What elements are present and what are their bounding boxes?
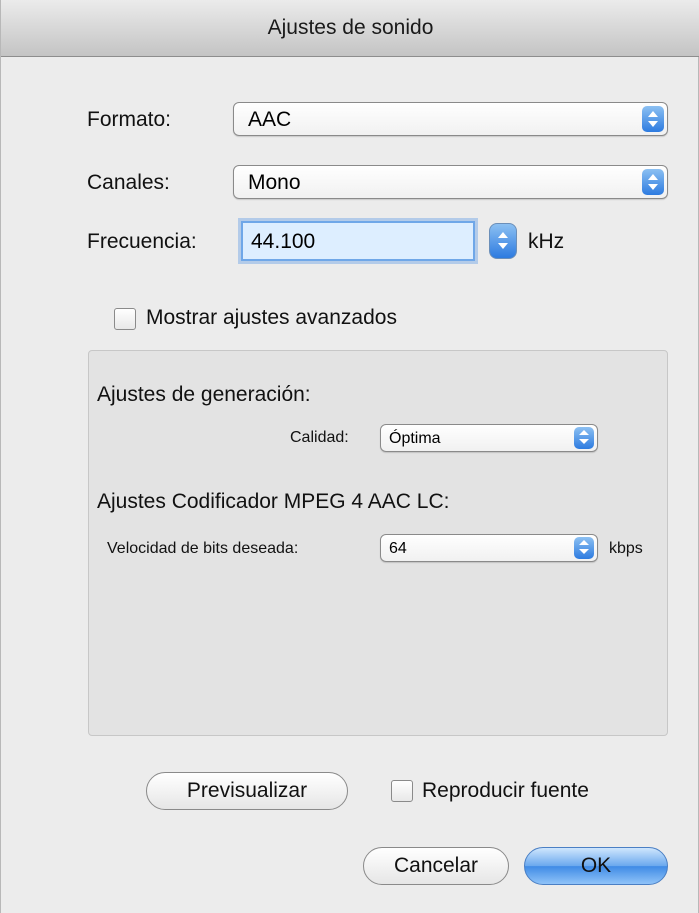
play-source-checkbox[interactable] bbox=[391, 780, 413, 802]
generation-heading: Ajustes de generación: bbox=[97, 383, 311, 406]
ok-button[interactable]: OK bbox=[524, 847, 668, 885]
preview-button[interactable]: Previsualizar bbox=[146, 772, 348, 810]
format-value: AAC bbox=[248, 108, 292, 131]
channels-label: Canales: bbox=[87, 171, 170, 194]
frequency-stepper-icon[interactable] bbox=[489, 223, 517, 259]
encoder-heading: Ajustes Codificador MPEG 4 AAC LC: bbox=[97, 490, 450, 513]
frequency-value: 44.100 bbox=[251, 230, 316, 253]
advanced-settings-label[interactable]: Mostrar ajustes avanzados bbox=[146, 306, 397, 330]
frequency-field[interactable]: 44.100 bbox=[241, 221, 475, 261]
frequency-unit: kHz bbox=[528, 230, 565, 253]
quality-popup[interactable]: Óptima bbox=[380, 424, 598, 452]
channels-popup[interactable]: Mono bbox=[233, 165, 668, 199]
quality-label: Calidad: bbox=[290, 429, 349, 446]
play-source-label[interactable]: Reproducir fuente bbox=[422, 779, 589, 803]
bitrate-label: Velocidad de bits deseada: bbox=[107, 540, 299, 557]
sound-settings-dialog: Ajustes de sonido Formato: AAC Canales: … bbox=[0, 0, 699, 913]
channels-value: Mono bbox=[248, 171, 301, 194]
bitrate-value: 64 bbox=[389, 540, 407, 557]
popup-arrows-icon bbox=[642, 106, 664, 132]
bitrate-popup[interactable]: 64 bbox=[380, 534, 598, 562]
format-popup[interactable]: AAC bbox=[233, 102, 668, 136]
title-bar[interactable]: Ajustes de sonido bbox=[1, 0, 699, 57]
popup-arrows-icon bbox=[642, 169, 664, 195]
bitrate-unit: kbps bbox=[609, 540, 643, 557]
popup-arrows-icon bbox=[574, 537, 594, 559]
quality-value: Óptima bbox=[389, 430, 441, 447]
advanced-settings-checkbox[interactable] bbox=[114, 308, 136, 330]
frequency-label: Frecuencia: bbox=[87, 230, 197, 253]
cancel-button[interactable]: Cancelar bbox=[363, 847, 509, 885]
format-label: Formato: bbox=[87, 108, 172, 131]
popup-arrows-icon bbox=[574, 427, 594, 449]
window-title: Ajustes de sonido bbox=[267, 16, 434, 39]
